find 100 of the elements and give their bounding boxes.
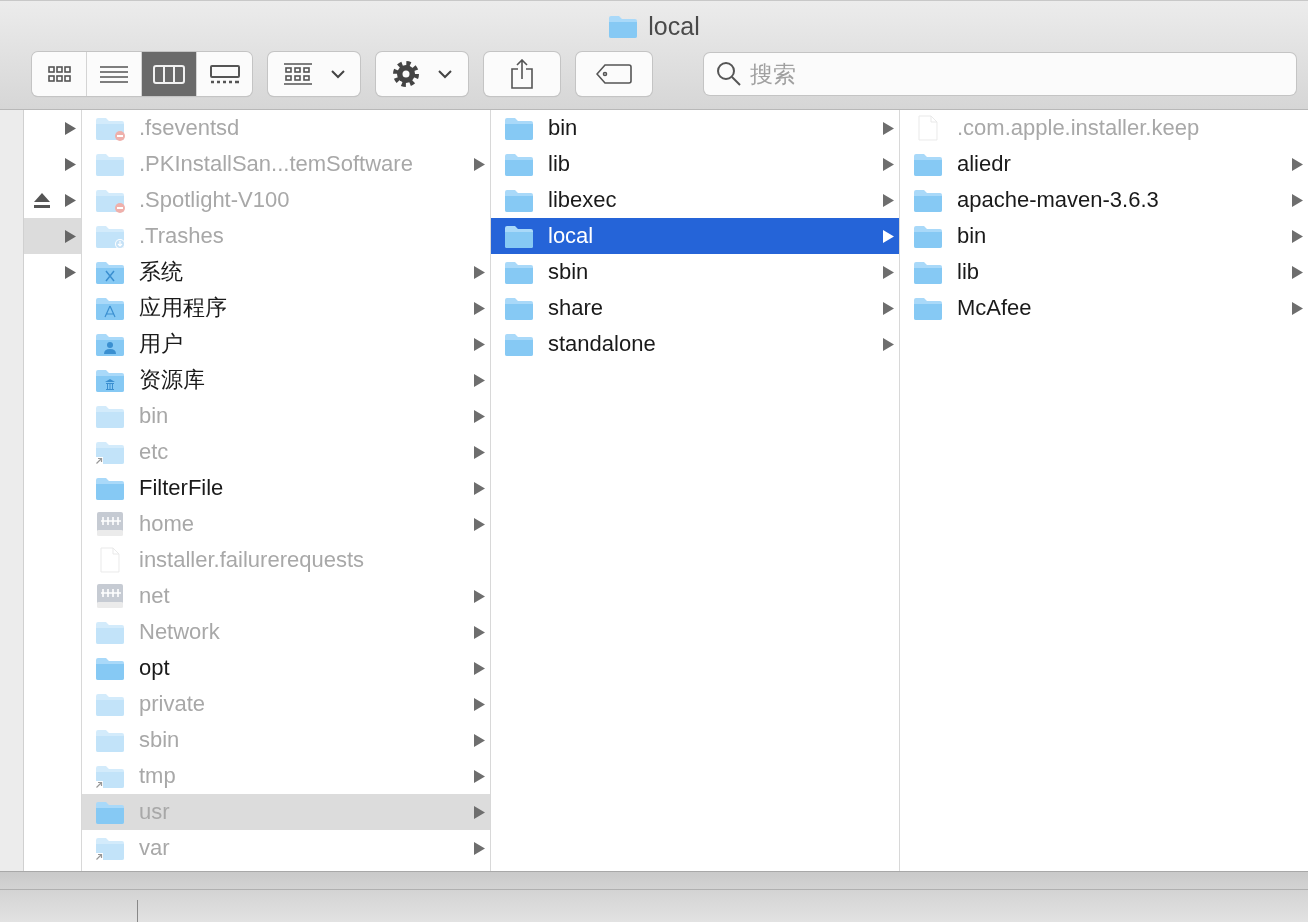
folder-icon xyxy=(504,295,534,321)
folder-icon xyxy=(504,115,534,141)
file-row[interactable]: lib xyxy=(900,254,1308,290)
file-name: lib xyxy=(548,153,571,175)
file-row[interactable]: share xyxy=(491,290,899,326)
applications-folder-icon xyxy=(95,295,125,321)
file-name: standalone xyxy=(548,333,657,355)
chevron-icon xyxy=(438,69,452,79)
file-name: FilterFile xyxy=(139,477,225,499)
file-name: .com.apple.installer.keep xyxy=(957,117,1201,139)
disclosure-arrow-icon[interactable] xyxy=(65,193,76,207)
folder-icon xyxy=(504,151,534,177)
file-row[interactable]: standalone xyxy=(491,326,899,362)
action-button[interactable] xyxy=(376,52,468,96)
file-row[interactable]: aliedr xyxy=(900,146,1308,182)
disclosure-arrow-icon[interactable] xyxy=(65,157,76,171)
file-name: home xyxy=(139,513,196,535)
file-row[interactable]: libexec xyxy=(491,182,899,218)
file-row[interactable]: 应用程序 xyxy=(82,290,490,326)
file-row[interactable]: McAfee xyxy=(900,290,1308,326)
list-icon xyxy=(100,64,128,84)
file-name: aliedr xyxy=(957,153,1012,175)
eject-icon[interactable] xyxy=(33,192,51,208)
file-row[interactable]: sbin xyxy=(491,254,899,290)
file-name: lib xyxy=(957,261,980,283)
alias-folder-icon xyxy=(95,835,125,861)
file-name: tmp xyxy=(139,765,177,787)
window-title: local xyxy=(648,11,700,41)
file-name: bin xyxy=(957,225,988,247)
list-view-button[interactable] xyxy=(87,52,142,96)
file-row[interactable]: bin xyxy=(900,218,1308,254)
folder-icon xyxy=(95,619,125,645)
file-row[interactable]: opt xyxy=(82,650,490,686)
restricted-folder-icon xyxy=(95,187,125,213)
file-name: sbin xyxy=(139,729,181,751)
disclosure-arrow-icon[interactable] xyxy=(65,265,76,279)
folder-icon xyxy=(95,403,125,429)
folder-icon xyxy=(504,187,534,213)
file-row[interactable]: lib xyxy=(491,146,899,182)
share-icon xyxy=(510,59,534,89)
folder-icon xyxy=(95,799,125,825)
folder-icon xyxy=(913,151,943,177)
selected-file-row[interactable]: local xyxy=(491,218,899,254)
file-name: McAfee xyxy=(957,297,1033,319)
file-name: installer.failurerequests xyxy=(139,549,365,571)
disclosure-arrow-icon[interactable] xyxy=(65,229,76,243)
file-row[interactable]: apache-maven-3.6.3 xyxy=(900,182,1308,218)
folder-icon xyxy=(95,151,125,177)
folder-icon xyxy=(504,331,534,357)
grid-icon xyxy=(283,63,313,85)
search-field[interactable]: 搜索 xyxy=(704,53,1296,95)
tag-icon xyxy=(596,64,632,84)
folder-icon xyxy=(95,655,125,681)
folder-icon xyxy=(504,223,534,249)
file-name: share xyxy=(548,297,605,319)
file-row[interactable]: 资源库 xyxy=(82,362,490,398)
grid-icon xyxy=(46,65,72,83)
file-name: apache-maven-3.6.3 xyxy=(957,189,1160,211)
folder-icon xyxy=(608,13,639,39)
settings-icon xyxy=(392,60,420,88)
file-name: private xyxy=(139,693,207,715)
file-name: 应用程序 xyxy=(139,297,228,319)
file-name: local xyxy=(548,225,595,247)
file-name: bin xyxy=(548,117,579,139)
file-row[interactable]: 用户 xyxy=(82,326,490,362)
file-name: Network xyxy=(139,621,221,643)
selected-row-highlight[interactable] xyxy=(24,218,81,254)
disclosure-arrow-icon[interactable] xyxy=(65,121,76,135)
file-name: 系统 xyxy=(139,261,184,283)
alias-folder-icon xyxy=(95,763,125,789)
file-name: libexec xyxy=(548,189,618,211)
file-name: net xyxy=(139,585,171,607)
file-name: .Spotlight-V100 xyxy=(139,189,291,211)
file-name: 资源库 xyxy=(139,369,206,391)
user-folder-icon xyxy=(95,331,125,357)
grid-view-button[interactable] xyxy=(32,52,87,96)
file-name: 用户 xyxy=(139,333,184,355)
share-button[interactable] xyxy=(484,52,560,96)
file-name: etc xyxy=(139,441,170,463)
columns-icon xyxy=(153,64,185,84)
file-row[interactable]: bin xyxy=(491,110,899,146)
folder-icon xyxy=(95,691,125,717)
search-icon xyxy=(716,61,742,87)
folder-icon xyxy=(913,223,943,249)
library-folder-icon xyxy=(95,367,125,393)
tag-button[interactable] xyxy=(576,52,652,96)
download-folder-icon xyxy=(95,223,125,249)
gallery-view-button[interactable] xyxy=(197,52,252,96)
columns-view-button[interactable] xyxy=(142,52,197,96)
file-name: opt xyxy=(139,657,171,679)
network-drive-icon xyxy=(95,583,125,609)
network-drive-icon xyxy=(95,511,125,537)
file-row[interactable]: 系统 xyxy=(82,254,490,290)
file-name: var xyxy=(139,837,171,859)
gallery-icon xyxy=(209,64,240,84)
folder-icon xyxy=(913,259,943,285)
file-row[interactable]: FilterFile xyxy=(82,470,490,506)
folder-icon xyxy=(95,475,125,501)
group-button[interactable] xyxy=(268,52,360,96)
restricted-folder-icon xyxy=(95,115,125,141)
